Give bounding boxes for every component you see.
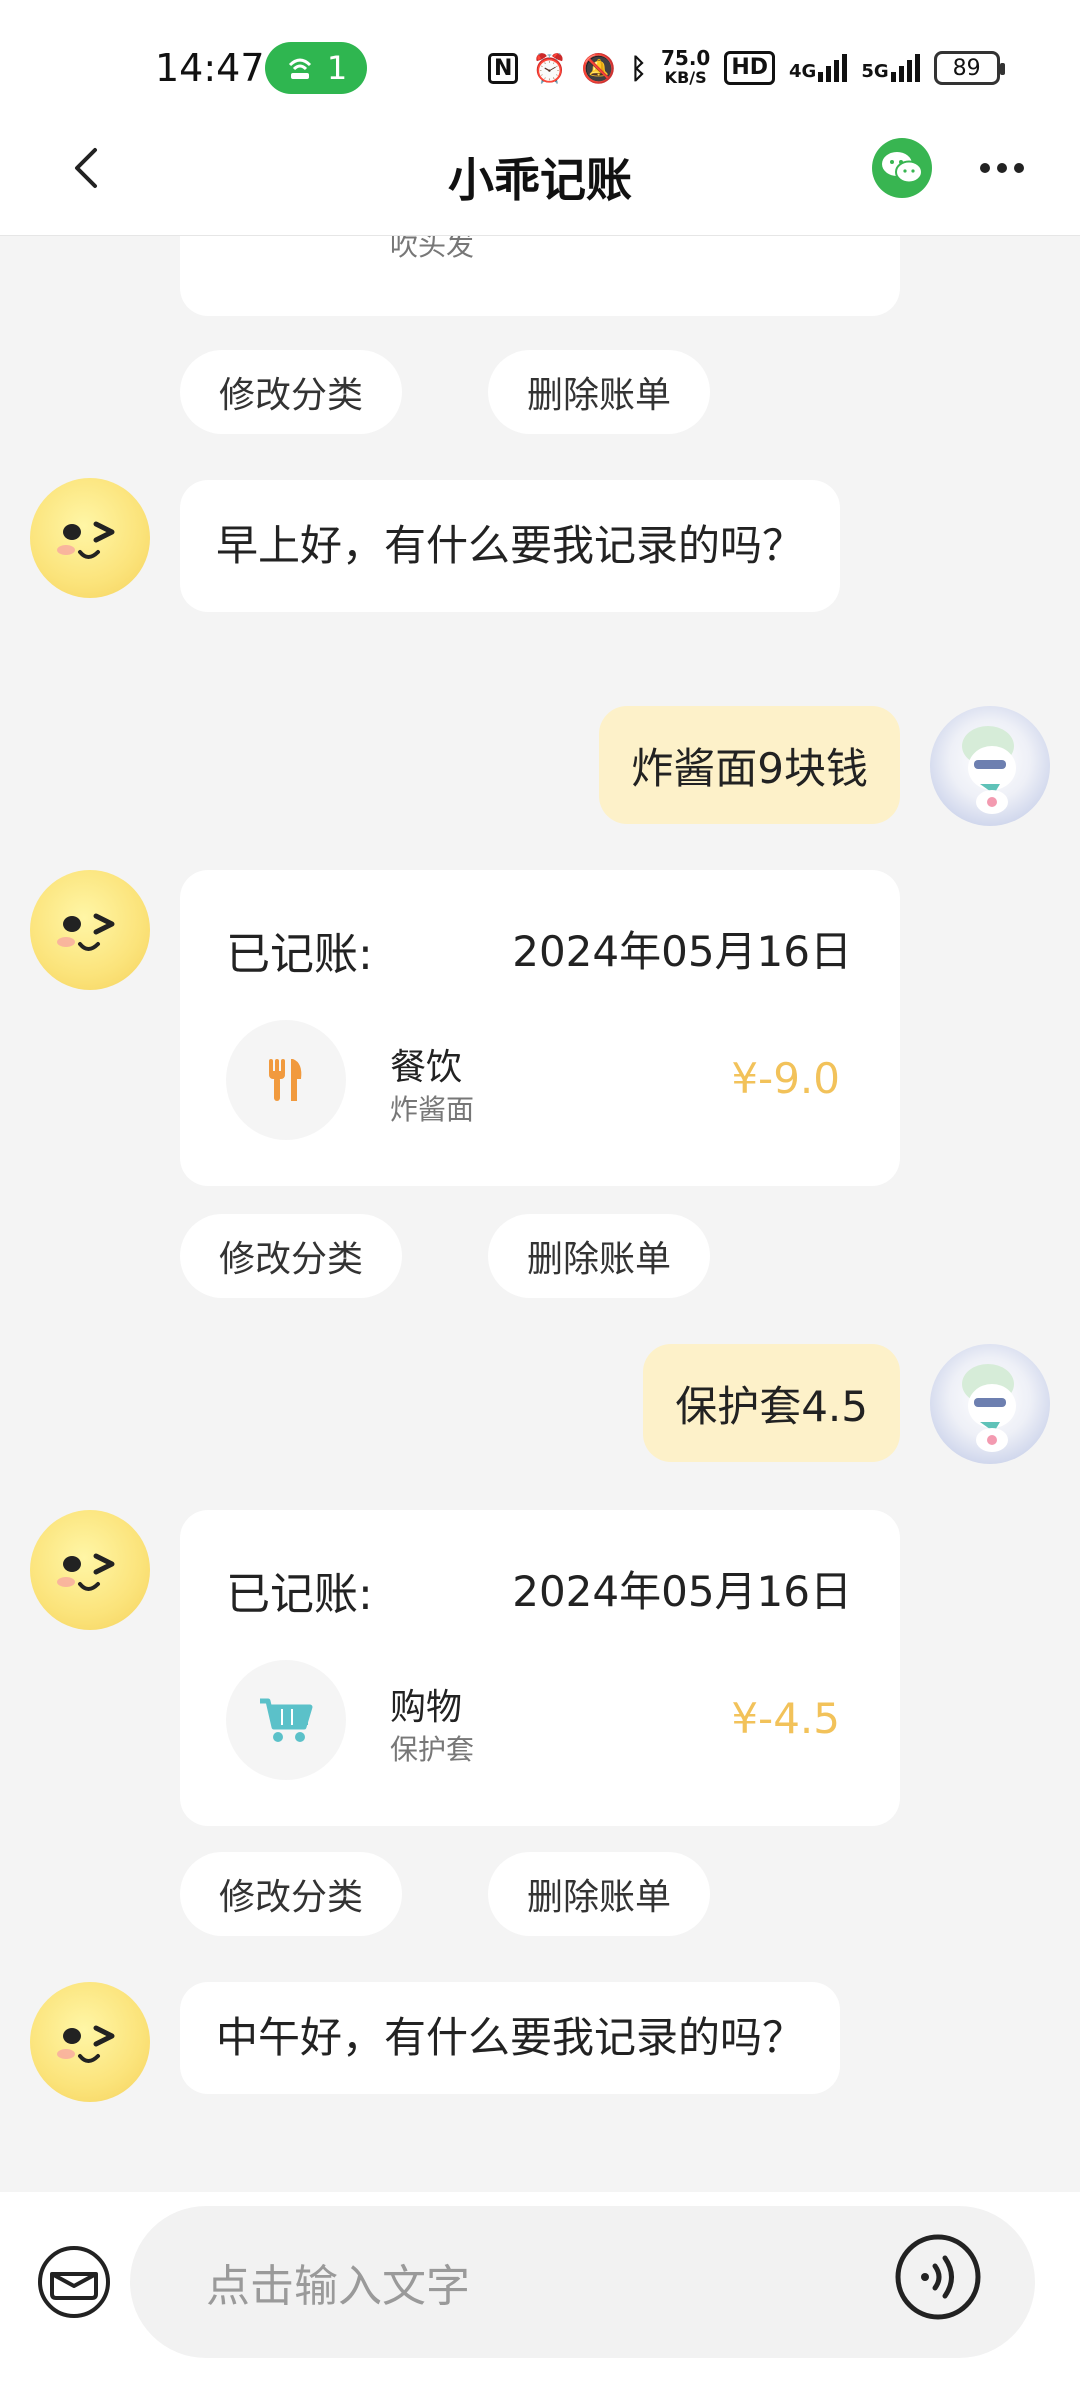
record-note: 炸酱面 [390, 1093, 475, 1126]
signal-bars-icon [818, 54, 848, 82]
category-icon-wrap [226, 1020, 346, 1140]
voice-button[interactable] [893, 2232, 983, 2322]
input-placeholder: 点击输入文字 [206, 2261, 470, 2312]
edit-category-button[interactable]: 修改分类 [180, 350, 402, 434]
net-speed-unit: KB/S [664, 68, 707, 87]
record-date: 2024年05月16日 [512, 927, 852, 976]
delete-bill-button[interactable]: 删除账单 [488, 1852, 710, 1936]
signal-bars-icon [890, 54, 920, 82]
net-speed-value: 75.0 [660, 46, 711, 70]
user-avatar[interactable] [930, 706, 1050, 826]
bot-avatar[interactable] [30, 1982, 150, 2102]
edit-category-button[interactable]: 修改分类 [180, 1852, 402, 1936]
more-button[interactable] [970, 138, 1034, 198]
signal-4g: 4G [789, 54, 848, 82]
utensils-icon [269, 1059, 302, 1101]
delete-bill-button[interactable]: 删除账单 [488, 350, 710, 434]
user-avatar[interactable] [930, 1344, 1050, 1464]
bot-message: 中午好，有什么要我记录的吗？ [180, 1982, 841, 2094]
record-note: 保护套 [390, 1733, 475, 1766]
signal-5g: 5G [861, 54, 920, 82]
bot-avatar[interactable] [30, 870, 150, 990]
record-amount: ¥-4.5 [731, 1694, 840, 1743]
shopping-cart-icon [260, 1698, 313, 1742]
status-icons: N ⏰ 🔕 ᛒ 75.0 KB/S HD 4G 5G 89 [488, 48, 1005, 88]
record-card[interactable]: 已记账: 2024年05月16日 餐饮 炸酱面 ¥-9.0 [180, 870, 900, 1186]
battery-indicator: 89 [933, 51, 1005, 85]
wechat-button[interactable] [872, 138, 932, 198]
bot-avatar[interactable] [30, 478, 150, 598]
more-dots-icon [980, 163, 990, 173]
bot-message: 早上好，有什么要我记录的吗？ [180, 480, 840, 612]
bot-avatar[interactable] [30, 1510, 150, 1630]
record-category: 购物 [390, 1687, 463, 1728]
mute-icon: 🔕 [581, 51, 617, 85]
wink-face-icon [57, 521, 115, 559]
wallet-button[interactable] [34, 2242, 114, 2322]
user-message: 炸酱面9块钱 [599, 706, 900, 824]
wallet-icon [38, 2246, 110, 2318]
record-card[interactable]: 已记账: 2024年05月16日 购物 保护套 ¥-4.5 [180, 1510, 900, 1826]
input-bar: 点击输入文字 [0, 2192, 1080, 2400]
delete-bill-button[interactable]: 删除账单 [488, 1214, 710, 1298]
wink-face-icon [57, 913, 115, 951]
status-time: 14:47 [155, 46, 265, 90]
hotspot-icon [288, 58, 311, 79]
chat-area[interactable]: 吹头发 修改分类 删除账单 早上好，有什么要我记录的吗？ 炸酱面9块钱 已记账:… [0, 236, 1080, 2191]
wink-face-icon [57, 2025, 115, 2063]
voice-icon [895, 2234, 981, 2320]
hotspot-count: 1 [326, 49, 348, 87]
record-note: 吹头发 [390, 236, 475, 262]
net-speed: 75.0 KB/S [661, 48, 710, 88]
bluetooth-icon: ᛒ [630, 51, 647, 85]
nfc-icon: N [488, 52, 519, 84]
record-label: 已记账: [226, 929, 373, 980]
cat-avatar-icon [962, 726, 1016, 814]
alarm-icon: ⏰ [532, 51, 568, 85]
record-category: 餐饮 [390, 1047, 463, 1088]
record-label: 已记账: [226, 1569, 373, 1620]
hd-badge: HD [724, 51, 776, 85]
category-icon-wrap [226, 1660, 346, 1780]
record-amount: ¥-9.0 [731, 1054, 840, 1103]
wechat-icon [882, 152, 923, 184]
wink-face-icon [57, 1553, 115, 1591]
user-message: 保护套4.5 [643, 1344, 900, 1462]
cat-avatar-icon [962, 1364, 1016, 1452]
record-date: 2024年05月16日 [512, 1567, 852, 1616]
record-card-partial: 吹头发 [180, 236, 900, 316]
app-header: 小乖记账 [0, 100, 1080, 236]
hotspot-indicator: 1 [265, 42, 367, 94]
edit-category-button[interactable]: 修改分类 [180, 1214, 402, 1298]
